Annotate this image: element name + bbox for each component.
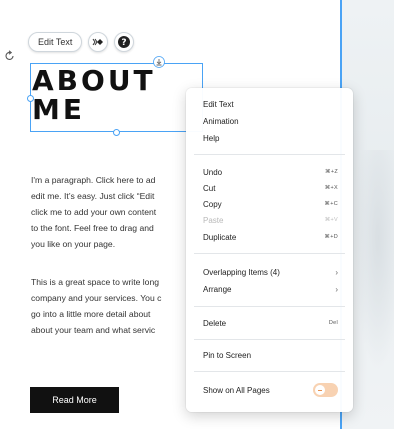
menu-shortcut: Del [328, 320, 338, 326]
menu-item-show-on-all-pages[interactable]: Show on All Pages [203, 382, 338, 398]
paragraph-2-line: about your team and what servic [31, 325, 156, 335]
menu-item-arrange[interactable]: Arrange › [203, 282, 338, 296]
editor-canvas[interactable]: Edit Text ? ABOUT ME I'm a paragraph. Cl… [0, 0, 394, 429]
rotate-icon[interactable] [4, 50, 16, 62]
paragraph-2-line: company and your services. You c [31, 293, 162, 303]
menu-item-label: Duplicate [203, 232, 237, 242]
paragraph-text-2[interactable]: This is a great space to write long comp… [31, 274, 201, 338]
menu-item-label: Animation [203, 116, 239, 126]
menu-item-label: Pin to Screen [203, 350, 252, 360]
menu-separator [194, 371, 345, 372]
menu-item-label: Overlapping Items (4) [203, 267, 280, 277]
menu-item-label: Arrange [203, 284, 232, 294]
chevron-right-icon: › [335, 267, 338, 277]
menu-item-label: Show on All Pages [203, 385, 270, 395]
menu-item-delete[interactable]: Delete Del [203, 316, 338, 330]
menu-item-duplicate[interactable]: Duplicate ⌘+D [203, 230, 338, 244]
menu-item-label: Undo [203, 167, 223, 177]
menu-separator [194, 154, 345, 155]
paragraph-2-line: This is a great space to write long [31, 277, 160, 287]
menu-shortcut: ⌘+V [324, 217, 338, 223]
menu-separator [194, 306, 345, 307]
show-on-all-pages-toggle[interactable] [313, 383, 338, 397]
read-more-button[interactable]: Read More [30, 387, 119, 413]
help-button[interactable]: ? [114, 32, 135, 52]
menu-item-label: Help [203, 133, 220, 143]
menu-item-help[interactable]: Help [203, 131, 338, 145]
paragraph-1-line: edit me. It’s easy. Just click “Edit [31, 191, 155, 201]
menu-item-paste[interactable]: Paste ⌘+V [203, 213, 338, 227]
chevron-right-icon: › [335, 284, 338, 294]
context-menu: Edit Text Animation Help Undo ⌘+Z Cut ⌘+… [186, 88, 353, 412]
paragraph-1-line: you like on your page. [31, 239, 116, 249]
menu-item-cut[interactable]: Cut ⌘+X [203, 181, 338, 195]
selection-frame [30, 63, 203, 132]
menu-item-overlapping-items[interactable]: Overlapping Items (4) › [203, 265, 338, 279]
paragraph-2-line: go into a little more detail about [31, 309, 151, 319]
edit-text-button[interactable]: Edit Text [28, 32, 83, 52]
menu-item-copy[interactable]: Copy ⌘+C [203, 197, 338, 211]
menu-item-label: Paste [203, 215, 224, 225]
resize-handle-left[interactable] [27, 95, 34, 102]
menu-item-label: Delete [203, 318, 227, 328]
svg-text:?: ? [122, 38, 127, 48]
menu-item-animation[interactable]: Animation [203, 114, 338, 128]
paragraph-1-line: I'm a paragraph. Click here to ad [31, 175, 156, 185]
resize-handle-bottom[interactable] [113, 129, 120, 136]
menu-shortcut: ⌘+C [324, 201, 338, 207]
animation-button[interactable] [88, 32, 109, 52]
element-toolbar: Edit Text ? [28, 32, 135, 52]
menu-separator [194, 339, 345, 340]
stretch-icon[interactable] [153, 56, 165, 68]
paragraph-1-line: to the font. Feel free to drag and [31, 223, 154, 233]
help-icon: ? [118, 36, 131, 48]
menu-item-label: Copy [203, 199, 222, 209]
menu-item-undo[interactable]: Undo ⌘+Z [203, 165, 338, 179]
menu-shortcut: ⌘+Z [325, 169, 338, 175]
paragraph-1-line: click me to add your own content [31, 207, 157, 217]
menu-item-label: Edit Text [203, 99, 234, 109]
menu-separator [194, 253, 345, 254]
menu-shortcut: ⌘+X [324, 185, 338, 191]
menu-item-label: Cut [203, 183, 216, 193]
menu-item-pin-to-screen[interactable]: Pin to Screen [203, 348, 338, 362]
paragraph-text-1[interactable]: I'm a paragraph. Click here to ad edit m… [31, 172, 201, 252]
menu-item-edit-text[interactable]: Edit Text [203, 97, 338, 111]
animation-icon [92, 38, 104, 46]
menu-shortcut: ⌘+D [324, 234, 338, 240]
